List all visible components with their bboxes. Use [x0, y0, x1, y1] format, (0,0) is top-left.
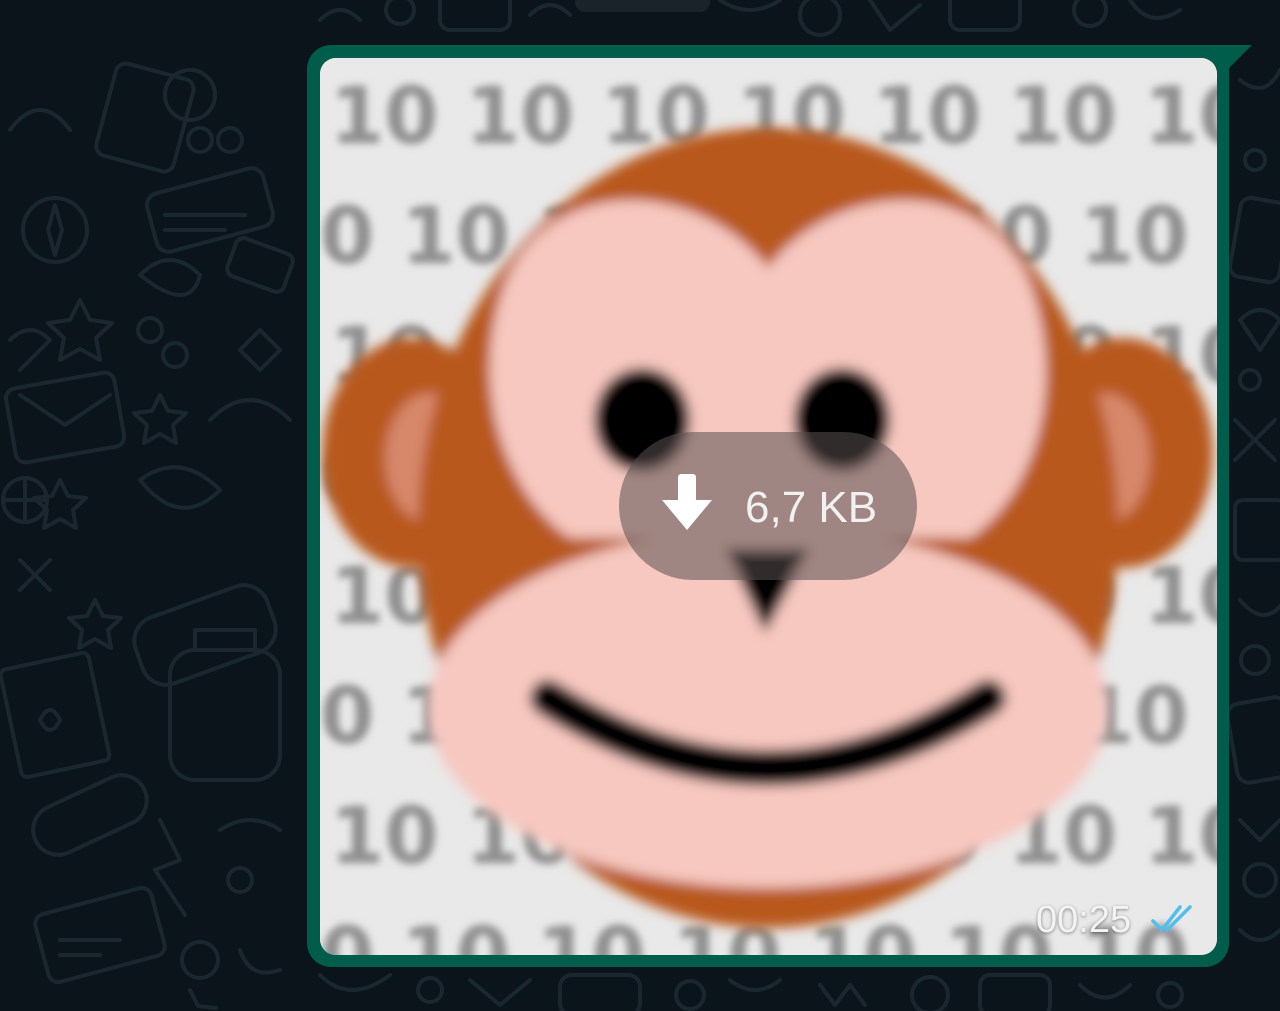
- download-arrow-icon: [662, 474, 712, 530]
- bubble-tail: [1224, 45, 1252, 73]
- top-handle: [575, 0, 710, 12]
- media-size-label: 6,7 KB: [745, 483, 878, 532]
- double-check-read-icon: [1151, 905, 1192, 932]
- message-timestamp: 00:25: [1036, 899, 1132, 941]
